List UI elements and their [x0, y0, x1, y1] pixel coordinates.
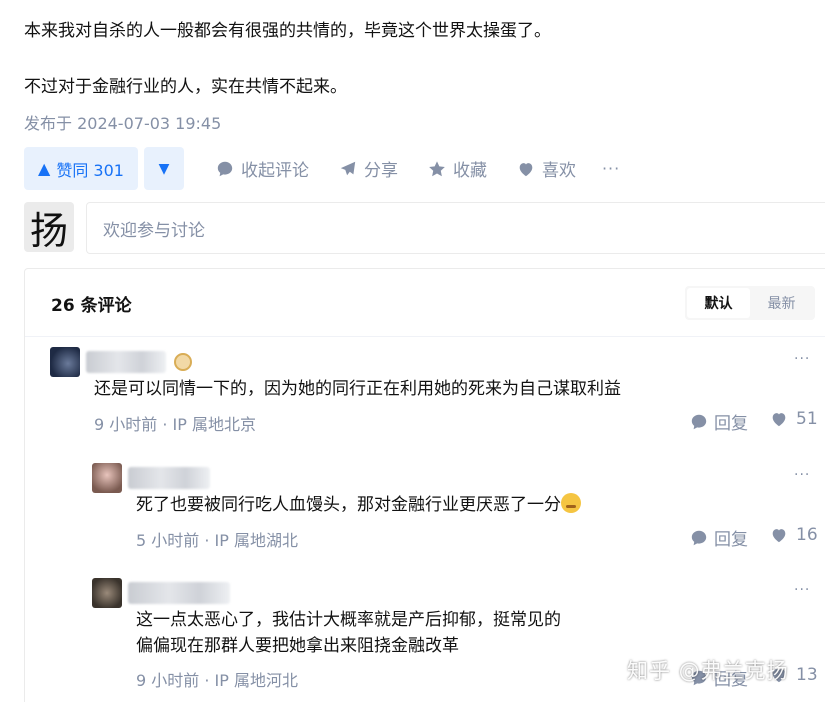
reply-label: 回复: [714, 414, 748, 434]
vote-up-button[interactable]: ▲ 赞同 301: [24, 147, 138, 190]
watermark: 知乎 @弗兰克扬: [627, 659, 789, 683]
comment-bubble-icon: [217, 161, 233, 176]
reply-button[interactable]: 回复: [690, 409, 748, 434]
comment-more-button[interactable]: ···: [794, 582, 810, 598]
username-blurred[interactable]: [128, 582, 230, 604]
comment-text-content: 死了也要被同行吃人血馒头，那对金融行业更厌恶了一分: [136, 495, 561, 515]
username-blurred[interactable]: [128, 467, 210, 489]
like-button[interactable]: 16: [770, 525, 818, 545]
current-user-avatar: 扬: [24, 202, 74, 253]
heart-icon: [519, 162, 533, 176]
comment-more-button[interactable]: ···: [794, 351, 810, 367]
comment-text: 死了也要被同行吃人血馒头，那对金融行业更厌恶了一分: [136, 492, 581, 518]
collapse-comments-button[interactable]: 收起评论: [216, 156, 309, 181]
comment-meta: 9 小时前 · IP 属地河北: [136, 671, 298, 690]
post-paragraph-1: 本来我对自杀的人一般都会有很强的共情的，毕竟这个世界太操蛋了。: [24, 21, 551, 41]
share-label: 分享: [363, 161, 398, 181]
comment-meta: 5 小时前 · IP 属地湖北: [136, 531, 298, 550]
sort-latest-option[interactable]: 最新: [750, 288, 813, 318]
comment-meta: 9 小时前 · IP 属地北京: [94, 415, 256, 434]
comments-header: 26 条评论 默认 最新: [25, 269, 825, 337]
collapse-comments-label: 收起评论: [240, 161, 309, 181]
sort-toggle: 默认 最新: [685, 286, 815, 320]
triangle-up-icon: ▲: [38, 159, 51, 178]
avatar[interactable]: [92, 578, 122, 608]
like-count: 13: [796, 665, 818, 685]
comments-count-title: 26 条评论: [51, 296, 132, 316]
comments-panel: 26 条评论 默认 最新 ··· 还是可以同情一下的，因为她的同行正在利用她的死…: [24, 268, 825, 702]
star-icon: [429, 160, 445, 176]
favorite-button[interactable]: 收藏: [428, 156, 487, 181]
share-button[interactable]: 分享: [339, 156, 398, 181]
avatar[interactable]: [50, 347, 80, 377]
like-button[interactable]: 51: [770, 409, 818, 429]
reply-button[interactable]: 回复: [690, 525, 748, 550]
like-count: 16: [796, 525, 818, 545]
crying-face-icon: [561, 493, 581, 513]
favorite-label: 收藏: [452, 161, 487, 181]
like-label: 喜欢: [541, 161, 576, 181]
comment-input[interactable]: 欢迎参与讨论: [86, 202, 825, 254]
comment-bubble-icon: [691, 414, 707, 429]
more-actions-button[interactable]: ···: [602, 159, 620, 178]
like-button[interactable]: 喜欢: [517, 156, 576, 181]
reply-label: 回复: [714, 530, 748, 550]
action-bar: ▲ 赞同 301 ▼ 收起评论 分享 收藏 喜欢 ···: [24, 147, 620, 190]
vote-down-button[interactable]: ▼: [143, 147, 184, 190]
post-paragraph-2: 不过对于金融行业的人，实在共情不起来。: [24, 77, 347, 97]
avatar[interactable]: [92, 463, 122, 493]
heart-icon: [772, 529, 786, 543]
heart-icon: [772, 413, 786, 427]
comment-bubble-icon: [691, 530, 707, 545]
comment-text-line-2: 偏偏现在那群人要把她拿出来阻挠金融改革: [136, 636, 459, 656]
reply-item: ··· 死了也要被同行吃人血馒头，那对金融行业更厌恶了一分 5 小时前 · IP…: [92, 463, 820, 563]
sort-default-option[interactable]: 默认: [687, 288, 750, 318]
comment-item: ··· 还是可以同情一下的，因为她的同行正在利用她的死来为自己谋取利益 9 小时…: [50, 347, 820, 447]
comment-text: 还是可以同情一下的，因为她的同行正在利用她的死来为自己谋取利益: [94, 379, 621, 399]
comment-more-button[interactable]: ···: [794, 467, 810, 483]
comment-text-line-1: 这一点太恶心了，我估计大概率就是产后抑郁，挺常见的: [136, 610, 561, 630]
triangle-down-icon: ▼: [158, 160, 170, 177]
badge-icon: [174, 353, 192, 371]
paper-plane-icon: [340, 161, 356, 175]
publish-time: 发布于 2024-07-03 19:45: [24, 114, 222, 133]
like-count: 51: [796, 409, 818, 429]
username-blurred[interactable]: [86, 351, 166, 373]
vote-up-label: 赞同 301: [56, 160, 124, 180]
